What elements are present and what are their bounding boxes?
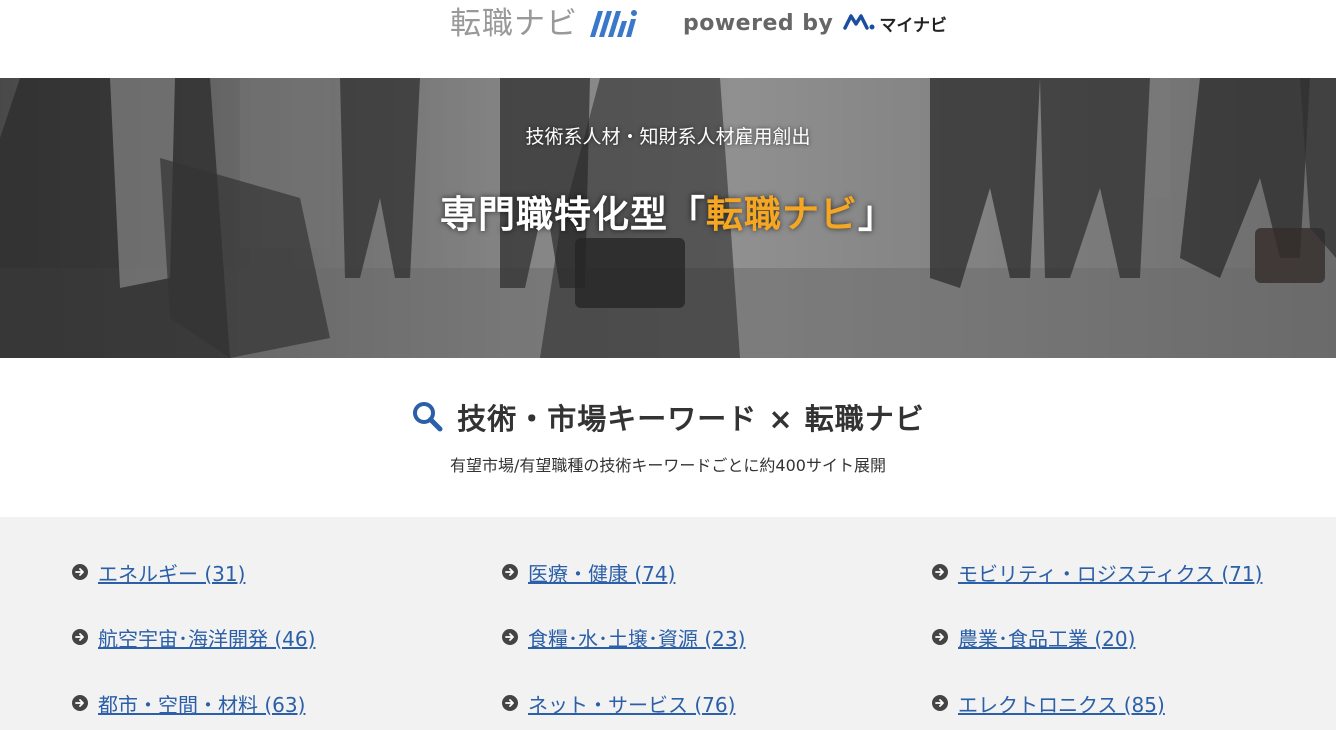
category-link-food-resources[interactable]: 食糧･水･土壌･資源 (23) xyxy=(502,622,745,652)
site-logo[interactable]: 転職ナビ xyxy=(450,0,640,48)
category-link-electronics[interactable]: エレクトロニクス (85) xyxy=(932,688,1165,718)
arrow-circle-icon xyxy=(72,695,88,711)
mynavi-logo-text: マイナビ xyxy=(879,15,948,36)
arrow-circle-icon xyxy=(932,695,948,711)
arrow-circle-icon xyxy=(502,695,518,711)
tenshoku-navi-mark-icon xyxy=(584,7,640,41)
keyword-section-header: 技術・市場キーワード × 転職ナビ 有望市場/有望職種の技術キーワードごとに約4… xyxy=(0,358,1336,517)
section-subtitle: 有望市場/有望職種の技術キーワードごとに約400サイト展開 xyxy=(450,456,886,475)
arrow-circle-icon xyxy=(72,564,88,580)
hero-title-prefix: 専門職特化型「 xyxy=(440,193,706,236)
category-link-urban-materials[interactable]: 都市・空間・材料 (63) xyxy=(72,688,305,718)
section-title: 技術・市場キーワード × 転職ナビ xyxy=(457,402,925,436)
section-title-row: 技術・市場キーワード × 転職ナビ xyxy=(0,396,1336,438)
arrow-circle-icon xyxy=(502,629,518,645)
search-icon xyxy=(411,400,445,434)
category-link-energy[interactable]: エネルギー (31) xyxy=(72,557,245,587)
category-link-net-services[interactable]: ネット・サービス (76) xyxy=(502,688,735,718)
category-label: モビリティ・ロジスティクス (71) xyxy=(958,561,1263,586)
arrow-circle-icon xyxy=(502,564,518,580)
hero-banner: 技術系人材・知財系人材雇用創出 専門職特化型「転職ナビ」 xyxy=(0,78,1336,358)
category-label: 農業･食品工業 (20) xyxy=(958,626,1136,651)
category-label: 都市・空間・材料 (63) xyxy=(98,692,306,717)
mynavi-logo[interactable]: マイナビ xyxy=(843,10,947,36)
arrow-circle-icon xyxy=(932,629,948,645)
category-grid: エネルギー (31) 医療・健康 (74) モビリティ・ロジスティクス (71)… xyxy=(0,517,1336,730)
site-header: 転職ナビ powered by マイナビ xyxy=(0,0,1336,78)
category-link-aerospace[interactable]: 航空宇宙･海洋開発 (46) xyxy=(72,622,315,652)
hero-title-accent: 転職ナビ xyxy=(706,193,858,236)
hero-title-suffix: 」 xyxy=(858,193,896,236)
site-logo-text: 転職ナビ xyxy=(450,5,578,42)
category-label: 医療・健康 (74) xyxy=(528,561,676,586)
hero-subtitle: 技術系人材・知財系人材雇用創出 xyxy=(525,126,811,148)
arrow-circle-icon xyxy=(72,629,88,645)
category-label: ネット・サービス (76) xyxy=(528,692,736,717)
arrow-circle-icon xyxy=(932,564,948,580)
category-label: エネルギー (31) xyxy=(98,561,246,586)
category-link-agriculture[interactable]: 農業･食品工業 (20) xyxy=(932,622,1135,652)
powered-by-text: powered by xyxy=(683,10,834,36)
mynavi-mark-icon xyxy=(843,10,877,36)
category-label: 食糧･水･土壌･資源 (23) xyxy=(528,626,746,651)
category-link-mobility[interactable]: モビリティ・ロジスティクス (71) xyxy=(932,557,1262,587)
category-link-medical[interactable]: 医療・健康 (74) xyxy=(502,557,675,587)
powered-by: powered by マイナビ xyxy=(683,0,947,46)
category-label: 航空宇宙･海洋開発 (46) xyxy=(98,626,316,651)
hero-title: 専門職特化型「転職ナビ」 xyxy=(0,184,1336,238)
category-label: エレクトロニクス (85) xyxy=(958,692,1165,717)
